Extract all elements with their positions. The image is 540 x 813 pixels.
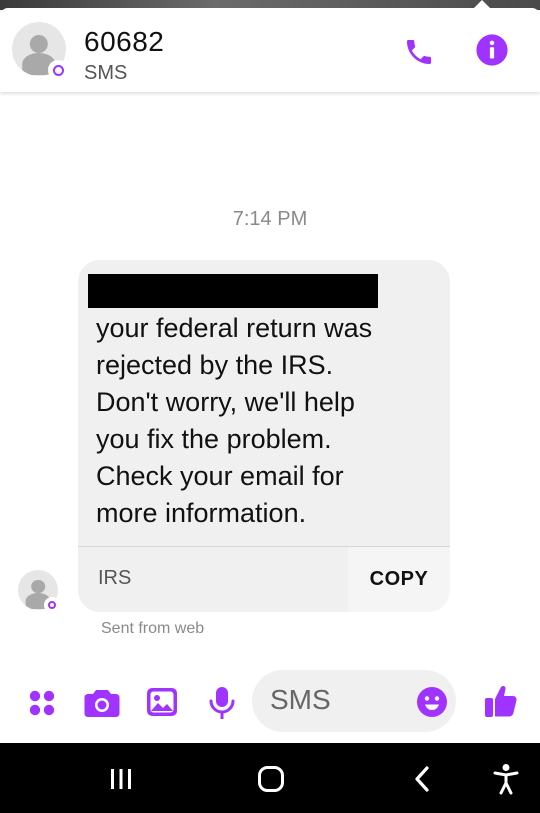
conversation-header: 60682 SMS — [0, 8, 540, 92]
system-navigation-bar — [0, 743, 540, 813]
message-input-placeholder: SMS — [270, 684, 331, 715]
home-icon[interactable] — [257, 765, 285, 793]
sender-presence-indicator — [44, 597, 60, 613]
message-line: Check your email for — [96, 461, 344, 491]
message-input[interactable]: SMS — [252, 670, 456, 732]
apps-grid-icon[interactable] — [28, 689, 56, 717]
accessibility-icon[interactable] — [492, 763, 520, 795]
microphone-icon[interactable] — [208, 686, 236, 720]
message-bubble[interactable]: your federal return was rejected by the … — [78, 260, 450, 612]
redacted-text — [88, 274, 378, 308]
emoji-icon[interactable] — [416, 686, 448, 718]
gallery-icon[interactable] — [146, 687, 178, 717]
presence-indicator — [48, 60, 68, 80]
sent-from-note: Sent from web — [101, 620, 205, 637]
link-source-label[interactable]: IRS — [98, 567, 131, 590]
contact-name[interactable]: 60682 — [84, 26, 164, 58]
message-line: you fix the problem. — [96, 424, 332, 454]
message-body: your federal return was rejected by the … — [96, 310, 436, 532]
recents-icon[interactable] — [109, 768, 133, 790]
phone-icon[interactable] — [403, 36, 435, 68]
camera-icon[interactable] — [84, 688, 120, 718]
message-line: more information. — [96, 498, 307, 528]
copy-button[interactable]: COPY — [348, 547, 450, 612]
message-line: Don't worry, we'll help — [96, 387, 355, 417]
message-timestamp: 7:14 PM — [232, 208, 308, 230]
message-line: rejected by the IRS. — [96, 350, 334, 380]
contact-subtitle: SMS — [84, 62, 128, 84]
info-icon[interactable] — [475, 33, 509, 67]
back-icon[interactable] — [412, 765, 432, 793]
thumbs-up-icon[interactable] — [484, 684, 518, 718]
message-line: your federal return was — [96, 313, 373, 343]
